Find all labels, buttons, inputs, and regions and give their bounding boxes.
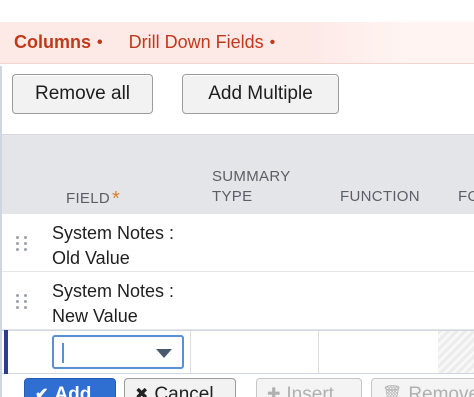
disabled-cell xyxy=(438,331,474,373)
drag-handle-icon[interactable] xyxy=(16,294,28,310)
cancel-button-label: Cancel xyxy=(154,384,214,397)
column-header-formula: FO xyxy=(458,188,474,205)
column-header-field: FIELD * xyxy=(66,187,120,209)
plus-icon: ✚ xyxy=(267,386,281,397)
add-button-label: Add xyxy=(54,384,92,397)
tab-columns-marker: • xyxy=(97,33,103,51)
tab-drill-down-label: Drill Down Fields xyxy=(128,32,264,52)
table-edit-row xyxy=(2,330,474,374)
table-header: FIELD * SUMMARY TYPE FUNCTION FO xyxy=(2,134,474,214)
field-cell-line2: New Value xyxy=(52,306,138,326)
column-header-field-label: FIELD xyxy=(66,190,111,207)
field-cell: System Notes : New Value xyxy=(52,279,174,329)
chevron-down-icon[interactable] xyxy=(156,349,172,358)
add-button[interactable]: ✔ Add xyxy=(24,378,116,397)
drag-handle-icon[interactable] xyxy=(16,236,28,252)
column-header-summary-type: SUMMARY TYPE xyxy=(212,168,291,205)
required-marker: * xyxy=(112,188,121,210)
insert-button-label: Insert xyxy=(286,384,334,397)
saved-search-columns-panel: Columns • Drill Down Fields • Remove all… xyxy=(0,0,474,397)
tab-columns-label: Columns xyxy=(14,32,92,52)
active-row-indicator xyxy=(4,330,8,374)
add-multiple-button[interactable]: Add Multiple xyxy=(182,74,339,114)
tab-drill-down-marker: • xyxy=(269,33,276,51)
subtab-strip: Columns • Drill Down Fields • xyxy=(0,22,474,64)
table-row[interactable]: System Notes : Old Value xyxy=(2,214,474,272)
column-divider xyxy=(190,331,191,373)
tab-columns[interactable]: Columns • xyxy=(0,22,103,63)
field-cell-line2: Old Value xyxy=(52,248,130,268)
table-row[interactable]: System Notes : New Value xyxy=(2,272,474,330)
tab-drill-down-fields[interactable]: Drill Down Fields • xyxy=(129,22,276,63)
insert-button[interactable]: ✚ Insert xyxy=(256,378,362,397)
tab-strip-fade xyxy=(304,22,474,63)
column-divider xyxy=(318,331,319,373)
cancel-button[interactable]: ✖ Cancel xyxy=(124,378,236,397)
field-cell-line1: System Notes : xyxy=(52,281,175,301)
remove-all-button[interactable]: Remove all xyxy=(12,74,153,114)
field-cell-line1: System Notes : xyxy=(52,223,175,243)
check-icon: ✔ xyxy=(35,386,49,397)
trash-icon: 🗑 xyxy=(382,386,403,397)
field-select-dropdown[interactable] xyxy=(52,335,184,369)
remove-button-label: Remove xyxy=(408,384,474,397)
x-icon: ✖ xyxy=(135,386,149,397)
field-cell: System Notes : Old Value xyxy=(52,221,174,271)
text-cursor xyxy=(62,343,64,363)
column-header-function: FUNCTION xyxy=(340,188,420,205)
remove-button[interactable]: 🗑 Remove xyxy=(371,378,474,397)
